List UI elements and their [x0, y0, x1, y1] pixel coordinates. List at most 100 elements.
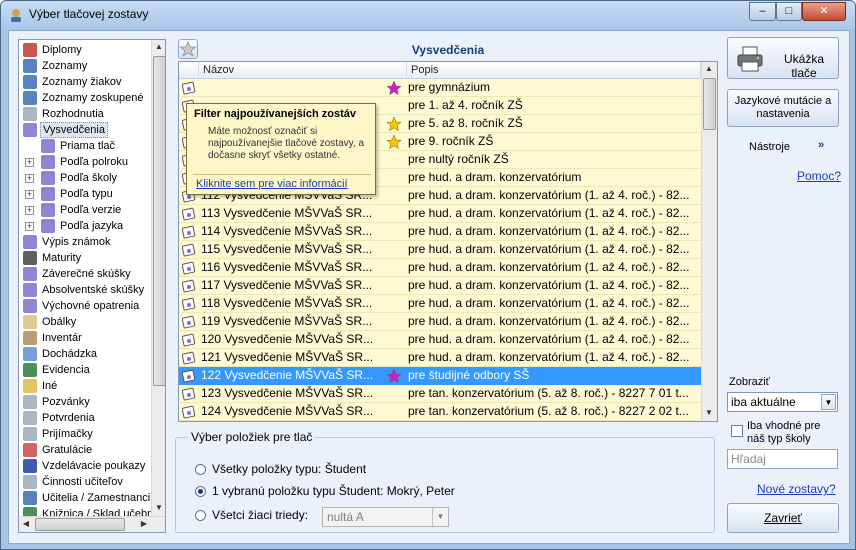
tree-item[interactable]: Diplomy — [19, 42, 151, 58]
search-input[interactable]: Hľadaj — [727, 449, 838, 469]
tree-item[interactable]: Záverečné skúšky — [19, 266, 151, 282]
table-row[interactable]: 125 Vysvedčenie MŠVVaŠ SR... pre tan. kon… — [179, 421, 701, 422]
tree-item[interactable]: Inventár — [19, 330, 151, 346]
report-category-tree[interactable]: Diplomy Zoznamy Zoznamy žiakov Zoznamy zosk… — [18, 39, 166, 533]
close-window-button[interactable]: ✕ — [802, 2, 846, 21]
tree-item[interactable]: Iné — [19, 378, 151, 394]
table-row[interactable]: 118 Vysvedčenie MŠVVaŠ SR... pre hud. a d… — [179, 295, 701, 313]
chevron-down-icon[interactable]: ▼ — [821, 394, 836, 410]
table-row[interactable]: pre gymnázium — [179, 79, 701, 97]
table-row[interactable]: 122 Vysvedčenie MŠVVaŠ SR... pre študijné… — [179, 367, 701, 385]
tree-item[interactable]: Evidencia — [19, 362, 151, 378]
star-purple-icon[interactable] — [386, 368, 402, 384]
tree-item[interactable]: Dochádzka — [19, 346, 151, 362]
minimize-button[interactable]: – — [749, 2, 776, 21]
tree-item[interactable]: Absolventské skúšky — [19, 282, 151, 298]
tree-item[interactable]: Potvrdenia — [19, 410, 151, 426]
tooltip-more-info-link[interactable]: Kliknite sem pre viac informácií — [196, 178, 348, 190]
close-button[interactable]: Zavrieť — [727, 503, 839, 533]
certificate-icon — [41, 171, 55, 185]
radio-all-items[interactable] — [195, 464, 206, 475]
grid-vertical-scrollbar[interactable]: ▲ ▼ — [701, 62, 717, 421]
grid-scroll-up-icon[interactable]: ▲ — [702, 62, 716, 76]
scroll-right-arrow-icon[interactable]: ▶ — [137, 517, 151, 531]
tree-item-label: Podľa jazyka — [60, 220, 124, 232]
table-row[interactable]: 119 Vysvedčenie MŠVVaŠ SR... pre hud. a d… — [179, 313, 701, 331]
certificate-icon — [182, 243, 196, 257]
table-row[interactable]: 120 Vysvedčenie MŠVVaŠ SR... pre hud. a d… — [179, 331, 701, 349]
tree-item[interactable]: Vysvedčenia — [19, 122, 151, 138]
tree-item[interactable]: Rozhodnutia — [19, 106, 151, 122]
table-row[interactable]: 115 Vysvedčenie MŠVVaŠ SR... pre hud. a d… — [179, 241, 701, 259]
tree-item[interactable]: Prijímačky — [19, 426, 151, 442]
expand-icon[interactable]: + — [25, 222, 34, 231]
help-link[interactable]: Pomoc? — [797, 169, 841, 183]
tree-item[interactable]: + Podľa verzie — [19, 202, 151, 218]
double-chevron-down-icon[interactable]: » — [818, 139, 824, 151]
tree-item[interactable]: Učitelia / Zamestnanci — [19, 490, 151, 506]
grid-scroll-down-icon[interactable]: ▼ — [702, 406, 716, 420]
radio-one-item[interactable] — [195, 486, 206, 497]
tree-hscroll-thumb[interactable] — [35, 518, 125, 531]
new-reports-link[interactable]: Nové zostavy? — [757, 482, 836, 496]
language-settings-button[interactable]: Jazykové mutácie a nastavenia — [727, 89, 839, 127]
tree-item-label: Záverečné skúšky — [42, 268, 131, 280]
table-row[interactable]: 123 Vysvedčenie MŠVVaŠ SR... pre tan. kon… — [179, 385, 701, 403]
scroll-up-arrow-icon[interactable]: ▲ — [152, 40, 165, 54]
expand-icon[interactable]: + — [25, 190, 34, 199]
table-row[interactable]: 124 Vysvedčenie MŠVVaŠ SR... pre tan. kon… — [179, 403, 701, 421]
tree-scroll-thumb[interactable] — [153, 56, 165, 386]
tree-item[interactable]: Gratulácie — [19, 442, 151, 458]
radio-class[interactable] — [195, 510, 206, 521]
table-row[interactable]: 121 Vysvedčenie MŠVVaŠ SR... pre hud. a d… — [179, 349, 701, 367]
table-row[interactable]: 114 Vysvedčenie MŠVVaŠ SR... pre hud. a d… — [179, 223, 701, 241]
tree-item[interactable]: Maturity — [19, 250, 151, 266]
tree-item[interactable]: Výpis známok — [19, 234, 151, 250]
tree-item[interactable]: Zoznamy zoskupené — [19, 90, 151, 106]
tree-item-label: Zoznamy žiakov — [42, 76, 122, 88]
tree-item[interactable]: + Podľa polroku — [19, 154, 151, 170]
table-row[interactable]: 113 Vysvedčenie MŠVVaŠ SR... pre hud. a d… — [179, 205, 701, 223]
tree-item[interactable]: Zoznamy žiakov — [19, 74, 151, 90]
certificate-icon — [23, 235, 37, 249]
scroll-down-arrow-icon[interactable]: ▼ — [152, 501, 165, 515]
tree-item-label: Učitelia / Zamestnanci — [42, 492, 151, 504]
print-items-group: Výber položiek pre tlač Všetky položky t… — [175, 430, 715, 533]
tree-item[interactable]: Pozvánky — [19, 394, 151, 410]
table-row[interactable]: 116 Vysvedčenie MŠVVaŠ SR... pre hud. a d… — [179, 259, 701, 277]
header-name[interactable]: Názov — [199, 62, 407, 79]
tree-vertical-scrollbar[interactable]: ▲ ▼ — [151, 40, 165, 516]
expand-icon[interactable]: + — [25, 174, 34, 183]
tree-item-label: Vzdelávacie poukazy — [42, 460, 146, 472]
tree-item[interactable]: Zoznamy — [19, 58, 151, 74]
tree-horizontal-scrollbar[interactable]: ◀ ▶ — [19, 516, 165, 532]
grid-scroll-thumb[interactable] — [703, 78, 716, 130]
tree-item[interactable]: Obálky — [19, 314, 151, 330]
only-suitable-label[interactable]: Iba vhodné pre náš typ školy — [747, 420, 837, 446]
radio-class-label[interactable]: Všetci žiaci triedy: — [212, 508, 308, 522]
show-filter-select[interactable]: iba aktuálne ▼ — [727, 392, 838, 412]
table-row[interactable]: 117 Vysvedčenie MŠVVaŠ SR... pre hud. a d… — [179, 277, 701, 295]
tree-item[interactable]: Priama tlač — [19, 138, 151, 154]
expand-icon[interactable]: + — [25, 206, 34, 215]
tree-item[interactable]: + Podľa typu — [19, 186, 151, 202]
star-gold-icon[interactable] — [386, 116, 402, 132]
star-purple-icon[interactable] — [386, 80, 402, 96]
expand-icon[interactable]: + — [25, 158, 34, 167]
row-name: 118 Vysvedčenie MŠVVaŠ SR... — [201, 296, 373, 310]
tree-item[interactable]: + Podľa jazyka — [19, 218, 151, 234]
tree-item[interactable]: Činnosti učiteľov — [19, 474, 151, 490]
only-suitable-checkbox[interactable] — [731, 425, 743, 437]
tree-item[interactable]: + Podľa školy — [19, 170, 151, 186]
header-description[interactable]: Popis — [407, 62, 701, 79]
row-name: 117 Vysvedčenie MŠVVaŠ SR... — [201, 278, 373, 292]
scroll-left-arrow-icon[interactable]: ◀ — [19, 517, 33, 531]
print-preview-button[interactable]: Ukážka tlače — [727, 37, 839, 80]
tree-item[interactable]: Vzdelávacie poukazy — [19, 458, 151, 474]
radio-all-items-label[interactable]: Všetky položky typu: Študent — [212, 462, 366, 476]
tree-item[interactable]: Výchovné opatrenia — [19, 298, 151, 314]
maximize-button[interactable]: □ — [776, 2, 802, 21]
star-gold-icon[interactable] — [386, 134, 402, 150]
title-bar[interactable]: Výber tlačovej zostavy – □ ✕ — [1, 1, 855, 29]
radio-one-item-label[interactable]: 1 vybranú položku typu Študent: Mokrý, P… — [212, 484, 455, 498]
